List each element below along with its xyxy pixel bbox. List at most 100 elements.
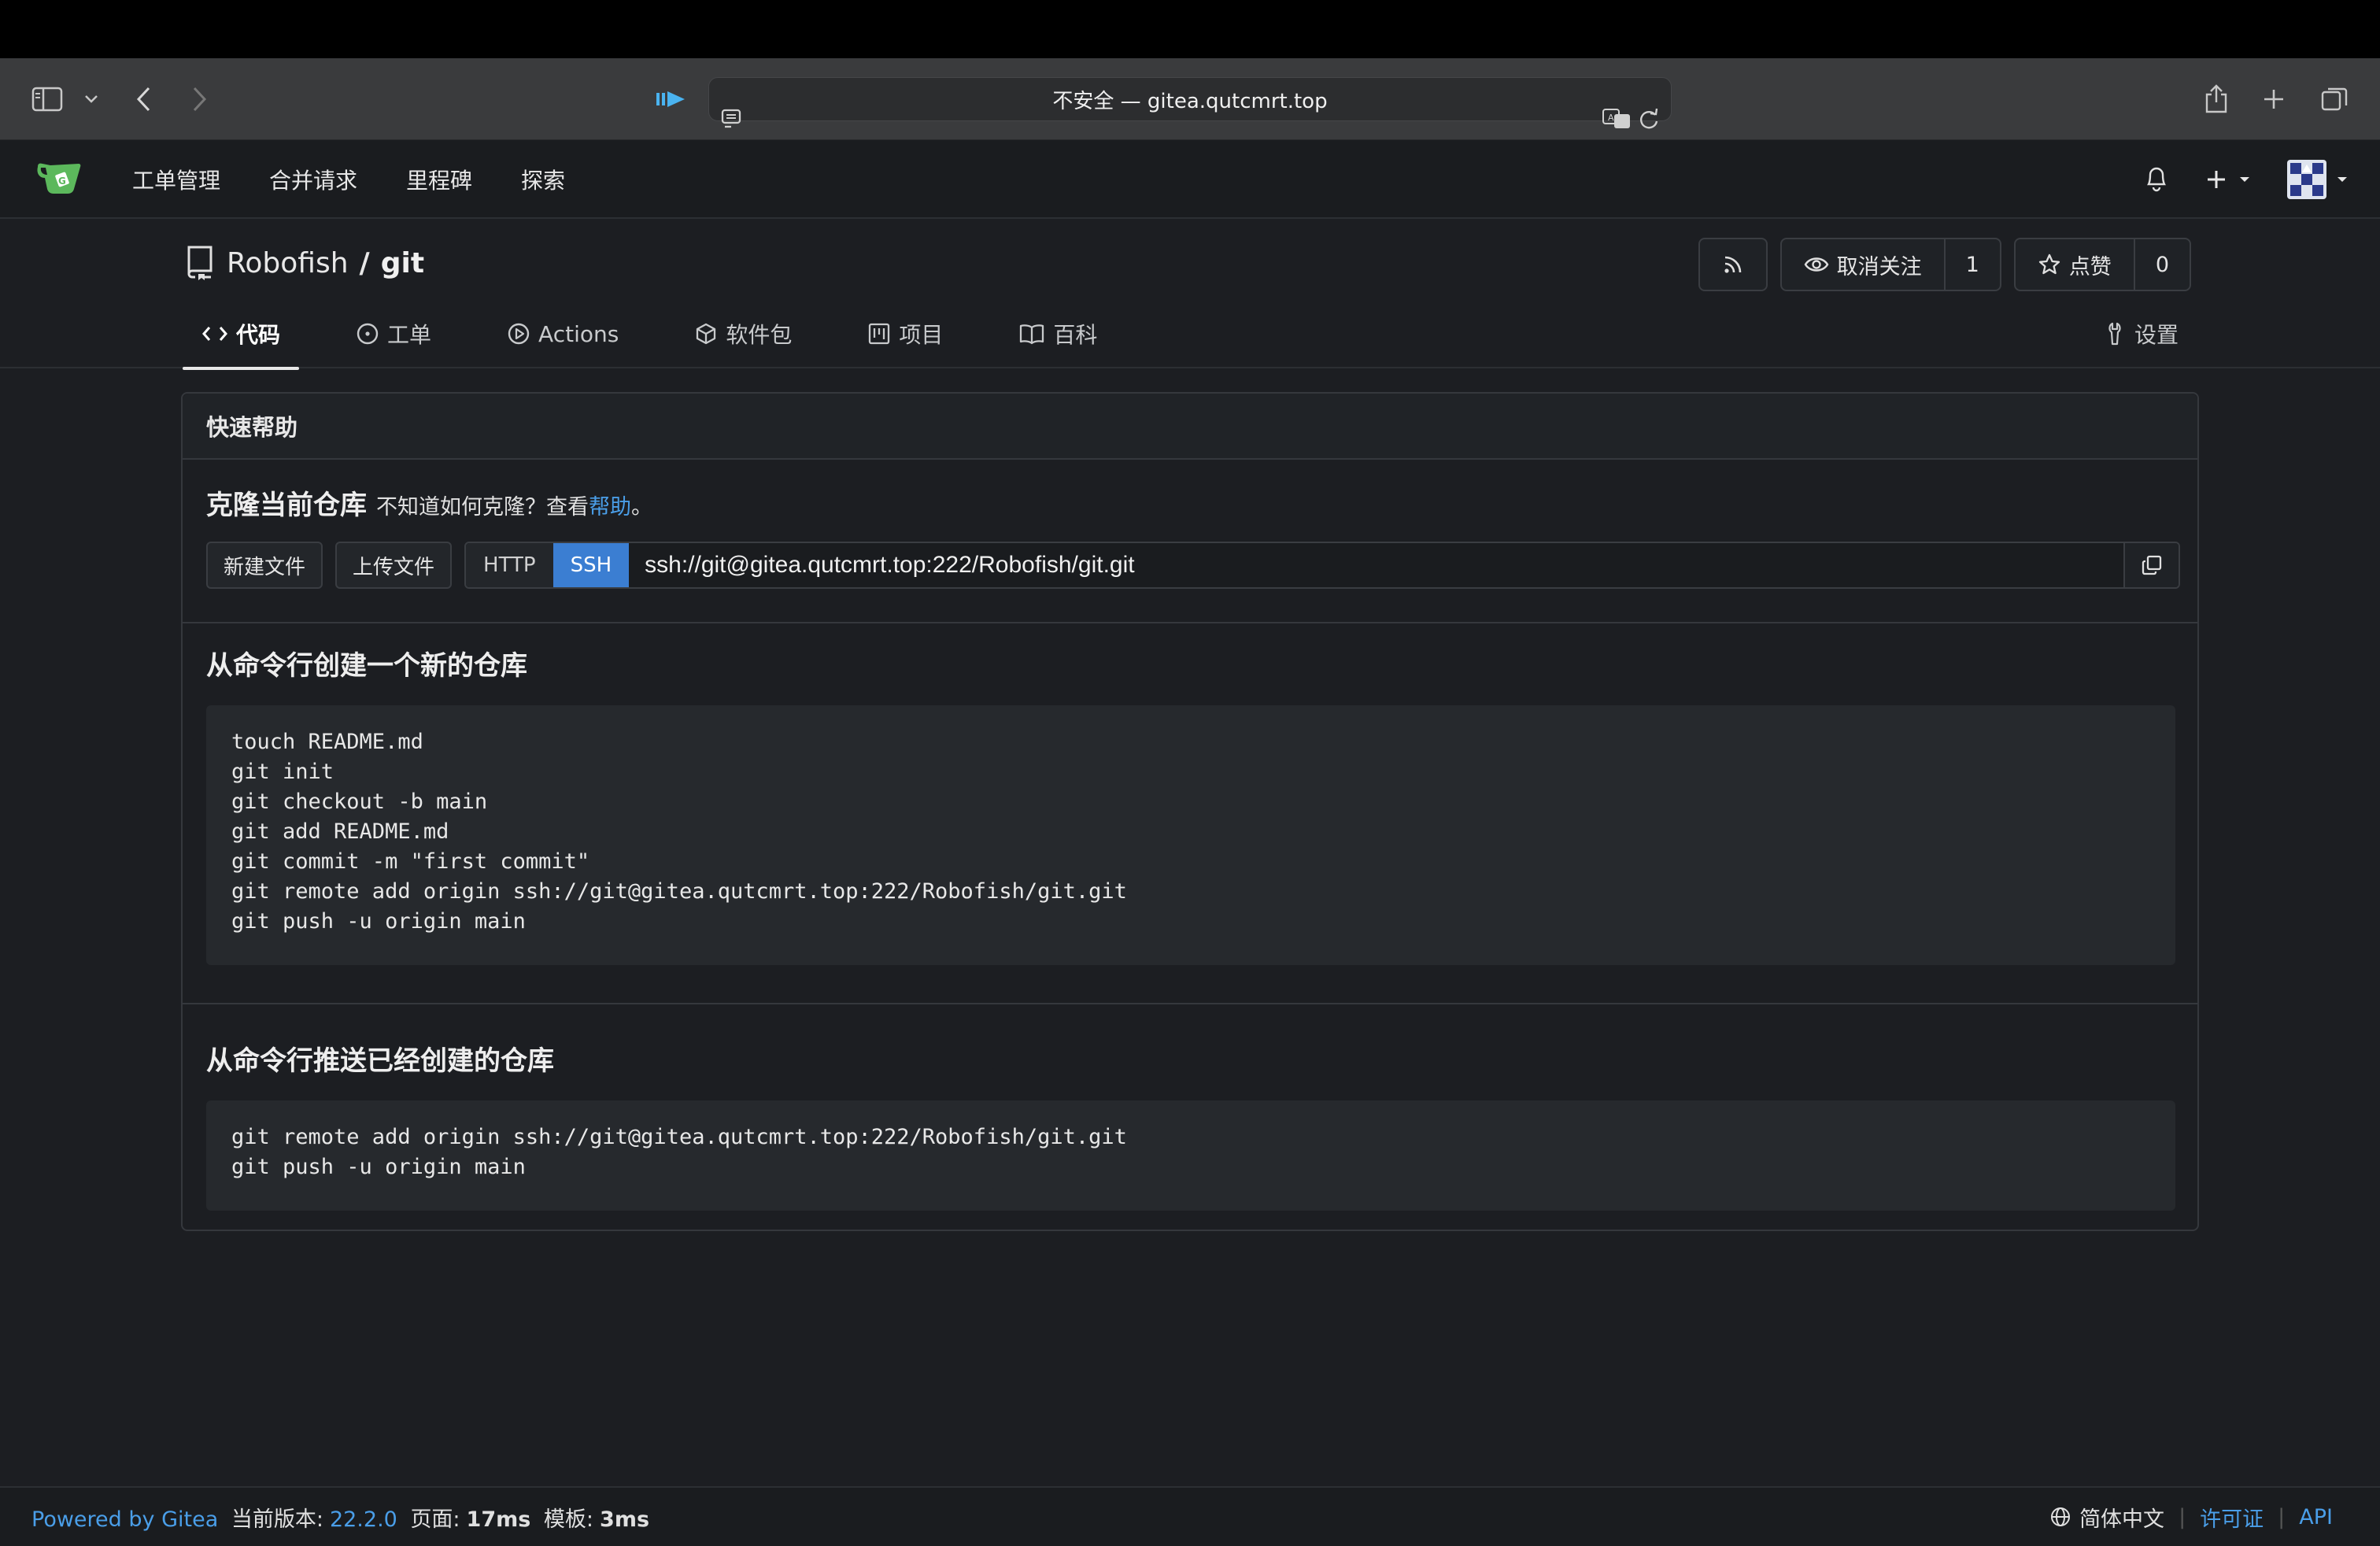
license-link[interactable]: 许可证: [2200, 1502, 2264, 1533]
template-time-label: 模板:: [543, 1507, 594, 1532]
clone-hint-text: 不知道如何克隆？查看: [376, 495, 589, 520]
clone-hint-end: 。: [631, 495, 652, 520]
back-icon[interactable]: [135, 86, 153, 113]
plus-icon: [2208, 171, 2225, 188]
repo-header: Robofish / git 取消关注 1 点赞 0 代码 工单 Actions…: [0, 219, 2380, 370]
clone-title: 克隆当前仓库: [206, 490, 367, 521]
tab-code-label: 代码: [236, 322, 281, 348]
repo-name-link[interactable]: git: [381, 247, 424, 279]
repo-owner-link[interactable]: Robofish: [227, 247, 349, 279]
quick-help-card: 快速帮助 克隆当前仓库 不知道如何克隆？查看帮助。 新建文件 上传文件 HTTP…: [181, 392, 2199, 1231]
clone-section: 克隆当前仓库 不知道如何克隆？查看帮助。 新建文件 上传文件 HTTP SSH …: [183, 460, 2197, 623]
project-icon: [869, 323, 890, 345]
tab-settings-label: 设置: [2134, 322, 2179, 348]
gitea-navbar: G 工单管理 合并请求 里程碑 探索: [0, 140, 2380, 219]
tab-overview-icon[interactable]: [2320, 85, 2349, 113]
star-count[interactable]: 0: [2133, 239, 2190, 290]
reload-icon[interactable]: [1638, 107, 1660, 131]
ssh-protocol-button[interactable]: SSH: [552, 543, 630, 587]
share-icon[interactable]: [2204, 83, 2229, 115]
upload-file-button[interactable]: 上传文件: [335, 542, 453, 589]
star-group: 点赞 0: [2013, 238, 2191, 291]
create-repo-title: 从命令行创建一个新的仓库: [206, 650, 527, 682]
http-protocol-button[interactable]: HTTP: [466, 543, 553, 587]
repo-title-separator: /: [359, 246, 370, 279]
powered-by-link[interactable]: Powered by Gitea: [31, 1507, 218, 1532]
book-icon: [1020, 324, 1044, 345]
svg-text:A: A: [1608, 113, 1614, 123]
star-icon: [2038, 253, 2060, 275]
create-repo-code: touch README.md git init git checkout -b…: [206, 705, 2175, 965]
rss-button[interactable]: [1698, 238, 1768, 291]
repo-title: Robofish / git: [184, 241, 424, 285]
address-bar[interactable]: 不安全 — gitea.qutcmrt.top A: [708, 77, 1672, 129]
code-icon: [202, 327, 227, 341]
copy-url-button[interactable]: [2123, 543, 2179, 587]
tab-projects[interactable]: 项目: [848, 299, 962, 368]
language-selector[interactable]: 简体中文: [2079, 1502, 2164, 1533]
push-repo-code: git remote add origin ssh://git@gitea.qu…: [206, 1100, 2175, 1211]
push-repo-section: 从命令行推送已经创建的仓库 git remote add origin ssh:…: [183, 1004, 2197, 1230]
create-menu[interactable]: [2205, 168, 2251, 190]
footer-divider: |: [2179, 1504, 2186, 1529]
system-menubar: [0, 0, 2380, 58]
package-icon: [697, 323, 716, 345]
nav-pulls[interactable]: 合并请求: [269, 164, 357, 195]
address-text: 不安全 — gitea.qutcmrt.top: [1052, 89, 1328, 113]
user-menu[interactable]: [2287, 160, 2349, 199]
tab-issues-label: 工单: [387, 322, 432, 348]
push-repo-title: 从命令行推送已经创建的仓库: [206, 1045, 554, 1077]
version-link[interactable]: 22.2.0: [330, 1507, 397, 1532]
tab-projects-label: 项目: [899, 322, 944, 348]
api-link[interactable]: API: [2299, 1505, 2333, 1529]
version-label: 当前版本:: [231, 1507, 323, 1532]
play-icon: [508, 323, 530, 345]
new-tab-icon[interactable]: [2262, 87, 2286, 111]
extension-icon[interactable]: [655, 88, 686, 110]
tab-actions-label: Actions: [538, 320, 619, 347]
forward-icon[interactable]: [190, 86, 208, 113]
eye-icon: [1804, 257, 1829, 272]
watch-group: 取消关注 1: [1779, 238, 2001, 291]
nav-milestones[interactable]: 里程碑: [406, 164, 472, 195]
page-time: 17ms: [466, 1507, 531, 1532]
issue-icon: [357, 323, 379, 345]
unwatch-label: 取消关注: [1836, 254, 1922, 279]
tab-code[interactable]: 代码: [183, 299, 300, 370]
unwatch-button[interactable]: 取消关注: [1782, 239, 1944, 290]
bell-icon[interactable]: [2144, 164, 2169, 195]
sidebar-toggle-icon[interactable]: [31, 87, 63, 112]
chevron-down-icon[interactable]: [83, 94, 99, 105]
star-button[interactable]: 点赞: [2016, 239, 2134, 290]
star-label: 点赞: [2068, 254, 2112, 279]
tab-issues[interactable]: 工单: [337, 299, 450, 368]
avatar: [2287, 160, 2326, 199]
new-file-button[interactable]: 新建文件: [206, 542, 323, 589]
tab-wiki-label: 百科: [1053, 322, 1098, 348]
quick-help-title: 快速帮助: [183, 394, 2197, 460]
tab-settings[interactable]: 设置: [2105, 299, 2179, 368]
nav-explore[interactable]: 探索: [521, 164, 565, 195]
caret-down-icon: [2240, 177, 2249, 182]
tab-packages[interactable]: 软件包: [675, 299, 811, 368]
browser-toolbar: 不安全 — gitea.qutcmrt.top A: [0, 58, 2380, 140]
tab-packages-label: 软件包: [726, 322, 793, 348]
tab-actions[interactable]: Actions: [488, 299, 638, 368]
nav-issues[interactable]: 工单管理: [132, 164, 220, 195]
create-repo-section: 从命令行创建一个新的仓库 touch README.md git init gi…: [183, 623, 2197, 1004]
tool-icon: [2108, 322, 2121, 346]
gitea-logo-icon[interactable]: G: [35, 159, 83, 203]
clone-help-link[interactable]: 帮助: [589, 495, 631, 520]
clone-url-input[interactable]: ssh://git@gitea.qutcmrt.top:222/Robofish…: [629, 543, 2124, 587]
clone-url-group: HTTP SSH ssh://git@gitea.qutcmrt.top:222…: [464, 542, 2181, 589]
footer-divider: |: [2278, 1504, 2286, 1529]
watch-count[interactable]: 1: [1943, 239, 2000, 290]
translate-icon[interactable]: A: [1602, 107, 1633, 131]
svg-text:G: G: [58, 176, 66, 187]
page-time-label: 页面:: [410, 1507, 460, 1532]
rss-icon: [1724, 256, 1741, 273]
repo-icon: [187, 246, 213, 280]
page-footer: Powered by Gitea 当前版本: 22.2.0 页面: 17ms 模板:…: [0, 1486, 2380, 1546]
caret-down-icon: [2338, 177, 2347, 182]
tab-wiki[interactable]: 百科: [1000, 299, 1116, 368]
